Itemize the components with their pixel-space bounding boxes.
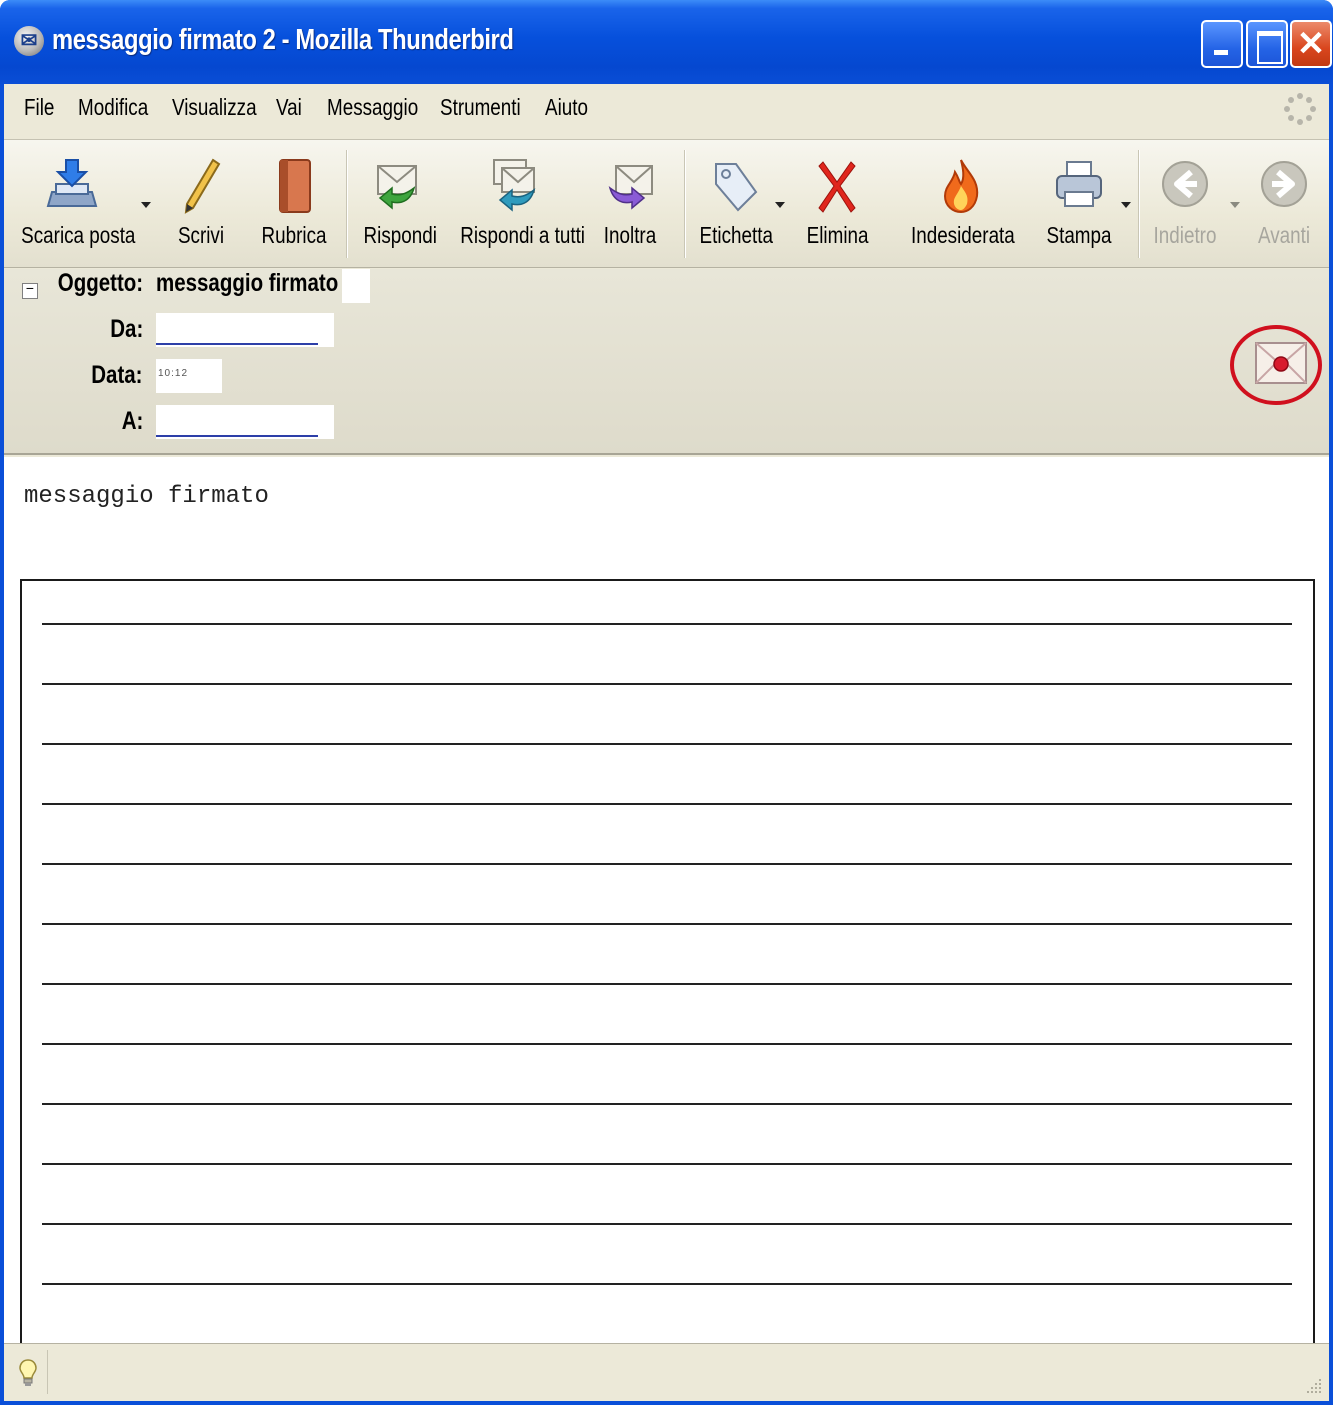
ruled-line: [42, 1103, 1292, 1105]
ruled-line: [42, 1043, 1292, 1045]
menu-file[interactable]: File: [24, 94, 54, 130]
print-button[interactable]: Stampa: [1038, 146, 1120, 262]
lined-writing-box: [20, 579, 1315, 1345]
ruled-line: [42, 683, 1292, 685]
menu-visualizza[interactable]: Visualizza: [172, 94, 257, 130]
forward-label: Inoltra: [603, 222, 657, 248]
address-book-button[interactable]: Rubrica: [254, 146, 334, 262]
close-icon: ✕: [1296, 25, 1326, 63]
close-button[interactable]: ✕: [1290, 20, 1332, 68]
menu-strumenti[interactable]: Strumenti: [440, 94, 521, 130]
toolbar-separator: [684, 150, 686, 258]
forward-mail-icon: [608, 165, 653, 210]
lightbulb-icon: [19, 1359, 37, 1386]
reply-all-button[interactable]: Rispondi a tutti: [448, 146, 585, 262]
address-book-icon: [279, 159, 311, 213]
print-dropdown-icon[interactable]: [1121, 202, 1131, 208]
ruled-line: [42, 1283, 1292, 1285]
reply-all-label: Rispondi a tutti: [460, 222, 585, 248]
maximize-icon: [1248, 22, 1286, 66]
maximize-button[interactable]: [1246, 20, 1288, 68]
collapse-header-toggle[interactable]: −: [22, 283, 38, 299]
reply-button[interactable]: Rispondi: [356, 146, 440, 262]
menu-modifica[interactable]: Modifica: [78, 94, 148, 130]
reply-all-icon: [493, 159, 536, 212]
date-label: Data:: [91, 361, 143, 389]
toolbar-separator: [346, 150, 348, 258]
from-label: Da:: [109, 315, 143, 343]
menu-vai[interactable]: Vai: [276, 94, 302, 130]
date-value: 10:12: [158, 368, 189, 379]
title-bar[interactable]: ✉ messaggio firmato 2 - Mozilla Thunderb…: [0, 0, 1333, 84]
pencil-icon: [184, 158, 221, 214]
activity-throbber-icon: [1284, 93, 1316, 125]
write-label: Scrivi: [177, 222, 225, 248]
main-toolbar: Scarica posta Scrivi Rubrica Rispondi Ri…: [4, 140, 1329, 268]
resize-grip-icon[interactable]: [1305, 1377, 1323, 1395]
reply-icon: [377, 165, 417, 210]
tag-dropdown-icon[interactable]: [775, 202, 785, 208]
to-redacted-value[interactable]: [156, 405, 334, 439]
get-mail-dropdown-icon[interactable]: [141, 202, 151, 208]
tag-icon: [715, 163, 758, 212]
from-redacted-value[interactable]: [156, 313, 334, 347]
ruled-line: [42, 623, 1292, 625]
signed-message-indicator[interactable]: [1226, 319, 1322, 409]
subject-label: Oggetto:: [57, 269, 143, 297]
delete-icon: [818, 161, 856, 213]
junk-button[interactable]: Indesiderata: [900, 146, 1022, 262]
forward-arrow-icon: [1261, 161, 1307, 207]
to-link-underline: [156, 435, 318, 437]
from-link-underline: [156, 343, 318, 345]
toolbar-separator: [1138, 150, 1140, 258]
thunderbird-icon: ✉: [14, 26, 44, 56]
ruled-line: [42, 923, 1292, 925]
message-body: messaggio firmato: [4, 457, 1329, 1345]
ruled-line: [42, 983, 1292, 985]
back-arrow-icon: [1162, 161, 1208, 207]
reply-label: Rispondi: [363, 222, 437, 248]
get-mail-button[interactable]: Scarica posta: [10, 146, 136, 262]
client-area: File Modifica Visualizza Vai Messaggio S…: [4, 84, 1329, 1401]
minimize-icon: [1203, 22, 1241, 66]
redacted-area: [342, 269, 370, 303]
junk-flame-icon: [943, 159, 979, 214]
signed-message-icon: [1255, 342, 1307, 384]
forward-button[interactable]: Inoltra: [592, 146, 668, 262]
ruled-line: [42, 1163, 1292, 1165]
menu-bar: File Modifica Visualizza Vai Messaggio S…: [4, 84, 1329, 140]
thunderbird-window: ✉ messaggio firmato 2 - Mozilla Thunderb…: [0, 0, 1333, 1405]
message-header-pane: − Oggetto: messaggio firmato Da: Data: 1…: [4, 269, 1329, 455]
junk-label: Indesiderata: [910, 222, 1015, 248]
status-bar: [4, 1343, 1329, 1401]
ruled-line: [42, 743, 1292, 745]
tag-button[interactable]: Etichetta: [692, 146, 776, 262]
minimize-button[interactable]: [1201, 20, 1243, 68]
to-label: A:: [121, 407, 143, 435]
subject-value: messaggio firmato: [156, 269, 339, 297]
print-label: Stampa: [1046, 222, 1112, 248]
printer-icon: [1056, 161, 1102, 207]
ruled-line: [42, 1223, 1292, 1225]
get-mail-label: Scarica posta: [21, 222, 136, 248]
delete-label: Elimina: [806, 222, 869, 248]
back-dropdown-icon[interactable]: [1230, 202, 1240, 208]
delete-button[interactable]: Elimina: [800, 146, 874, 262]
ruled-line: [42, 803, 1292, 805]
write-button[interactable]: Scrivi: [164, 146, 238, 262]
tag-label: Etichetta: [699, 222, 773, 248]
address-book-label: Rubrica: [261, 222, 327, 248]
menu-aiuto[interactable]: Aiuto: [545, 94, 588, 130]
menu-messaggio[interactable]: Messaggio: [327, 94, 418, 130]
ruled-line: [42, 863, 1292, 865]
forward-nav-label: Avanti: [1257, 222, 1311, 248]
window-title: messaggio firmato 2 - Mozilla Thunderbir…: [52, 24, 514, 56]
get-mail-icon: [46, 159, 98, 207]
message-body-text: messaggio firmato: [24, 483, 269, 510]
back-button[interactable]: Indietro: [1146, 146, 1224, 262]
status-icon-panel: [6, 1350, 48, 1394]
forward-nav-button[interactable]: Avanti: [1248, 146, 1320, 262]
back-label: Indietro: [1153, 222, 1217, 248]
